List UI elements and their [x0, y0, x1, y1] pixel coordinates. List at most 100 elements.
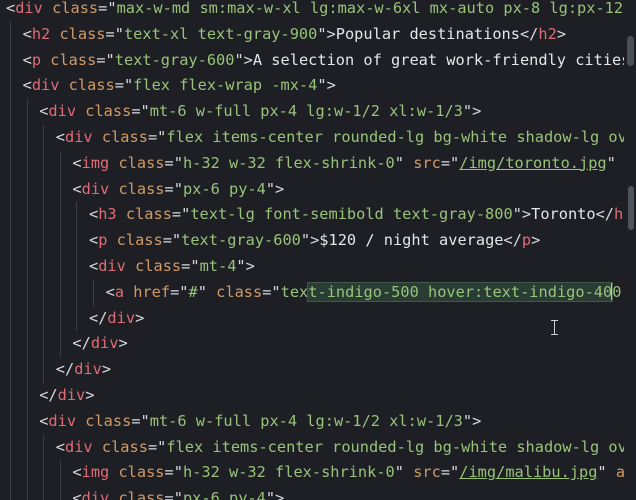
code-token: flex items-center rounded-lg bg-white sh…: [166, 127, 636, 146]
code-token: div: [98, 256, 126, 275]
indent-guide: [10, 150, 11, 177]
indent-guide: [10, 21, 11, 48]
code-token: src: [413, 463, 441, 482]
code-line[interactable]: <div class="mt-6 w-full px-4 lg:w-1/2 xl…: [6, 408, 624, 435]
code-area[interactable]: <div class="max-w-md sm:max-w-xl lg:max-…: [6, 0, 636, 500]
code-line-content: <div class="px-6 py-4">: [72, 180, 284, 198]
code-line-content: </div>: [39, 386, 94, 404]
text-cursor-icon: [550, 320, 559, 335]
code-token: class: [68, 76, 115, 95]
code-line[interactable]: <img class="h-32 w-32 flex-shrink-0" src…: [6, 460, 636, 487]
code-line[interactable]: < p class="text-gray-600">$120 / night av…: [6, 228, 624, 254]
code-token: #: [188, 282, 198, 301]
code-token: div: [31, 76, 60, 95]
code-token: <: [22, 24, 32, 43]
code-token: ": [597, 463, 616, 482]
indent-guide: [76, 279, 78, 306]
code-token: A selection of great work-friendly citie…: [252, 50, 636, 69]
indent-guide: [26, 486, 28, 500]
code-token: =": [114, 76, 134, 95]
code-line[interactable]: </div>: [6, 305, 624, 332]
indent-guide: [10, 202, 11, 229]
indent-guide: [59, 460, 61, 487]
code-line[interactable]: <div class="max-w-md sm:max-w-xl lg:max-…: [6, 0, 636, 22]
code-token: =": [181, 256, 200, 275]
code-line[interactable]: <div class="flex items-center rounded-lg…: [6, 434, 636, 461]
code-token: =": [96, 50, 115, 69]
code-token: class: [52, 0, 99, 17]
code-token: =": [147, 127, 167, 146]
code-editor[interactable]: <div class="max-w-md sm:max-w-xl lg:max-…: [0, 0, 636, 500]
code-line[interactable]: </div>: [6, 382, 624, 409]
code-token: a: [114, 282, 125, 301]
scrollbar-thumb[interactable]: [628, 186, 634, 230]
indent-guide: [59, 486, 61, 500]
code-token: <: [72, 463, 82, 482]
code-token: class: [101, 127, 148, 146]
code-line[interactable]: <div class="px-6 py-4">: [6, 486, 624, 500]
code-line[interactable]: <a href="#" class="text-indigo-500 hover…: [6, 279, 636, 306]
code-token: <: [89, 256, 99, 275]
code-token: ">: [462, 411, 482, 430]
code-line[interactable]: <img class="h-32 w-32 flex-shrink-0" src…: [6, 150, 636, 177]
code-line[interactable]: <div class="flex items-center rounded-lg…: [6, 124, 636, 151]
code-line[interactable]: <div class="px-6 py-4">: [6, 176, 624, 203]
code-token: =": [440, 153, 460, 172]
indent-guide: [10, 176, 11, 203]
code-line[interactable]: </div>: [6, 331, 624, 358]
indent-guide: [43, 305, 45, 332]
code-token-url: /img/toronto.jpg: [459, 153, 607, 172]
code-token: =": [164, 489, 183, 500]
code-token: <: [89, 205, 99, 224]
indent-guide: [10, 228, 11, 254]
code-line[interactable]: </div>: [6, 357, 624, 383]
code-token: src: [413, 153, 441, 172]
code-token: </: [503, 231, 522, 250]
code-line-content: </div>: [56, 360, 111, 378]
code-line[interactable]: <h3 class="text-lg font-semibold text-gr…: [6, 202, 636, 229]
indent-guide: [26, 460, 28, 487]
code-token: div: [81, 489, 110, 500]
code-token: ">: [512, 205, 532, 224]
code-token: <: [72, 153, 82, 172]
code-line[interactable]: <div class="mt-4">: [6, 253, 624, 280]
code-line-content: </div>: [89, 309, 144, 327]
indent-guide: [10, 279, 11, 306]
code-token: ">: [236, 256, 255, 275]
code-line-content: <div class="px-6 py-4">: [72, 489, 284, 500]
vertical-scrollbar[interactable]: [624, 0, 636, 500]
indent-guide: [59, 253, 61, 280]
indent-guide: [26, 124, 28, 151]
code-token: div: [107, 308, 136, 327]
indent-guide: [93, 279, 94, 306]
code-line[interactable]: <h2 class="text-xl text-gray-900">Popula…: [6, 21, 624, 48]
code-token: div: [65, 127, 93, 146]
code-token: class: [59, 24, 106, 43]
code-token: =": [262, 282, 281, 301]
code-line-content: <div class="max-w-md sm:max-w-xl lg:max-…: [6, 0, 636, 17]
code-token: <: [22, 50, 32, 69]
indent-guide: [10, 253, 11, 280]
code-line-content: <p class="text-gray-600">A selection of …: [23, 51, 636, 69]
code-token: class: [116, 231, 163, 250]
indent-guide: [26, 382, 28, 409]
code-line[interactable]: <div class="mt-6 w-full px-4 lg:w-1/2 xl…: [6, 99, 624, 125]
code-token: mt-4: [199, 256, 237, 275]
indent-guide: [10, 73, 11, 100]
code-token-highlighted: t-indigo-500 hover:text-indigo-40: [307, 281, 614, 302]
code-token: ": [197, 282, 217, 301]
code-line[interactable]: <p class="text-gray-600">A selection of …: [6, 47, 630, 74]
code-token: $120 / night average: [319, 231, 504, 250]
code-line-content: <div class="mt-6 w-full px-4 lg:w-1/2 xl…: [39, 102, 481, 120]
indent-guide: [76, 305, 78, 332]
code-line[interactable]: <div class="flex flex-wrap -mx-4">: [6, 73, 624, 100]
code-token: text-gray-600: [181, 231, 301, 250]
code-token: </: [595, 205, 614, 224]
